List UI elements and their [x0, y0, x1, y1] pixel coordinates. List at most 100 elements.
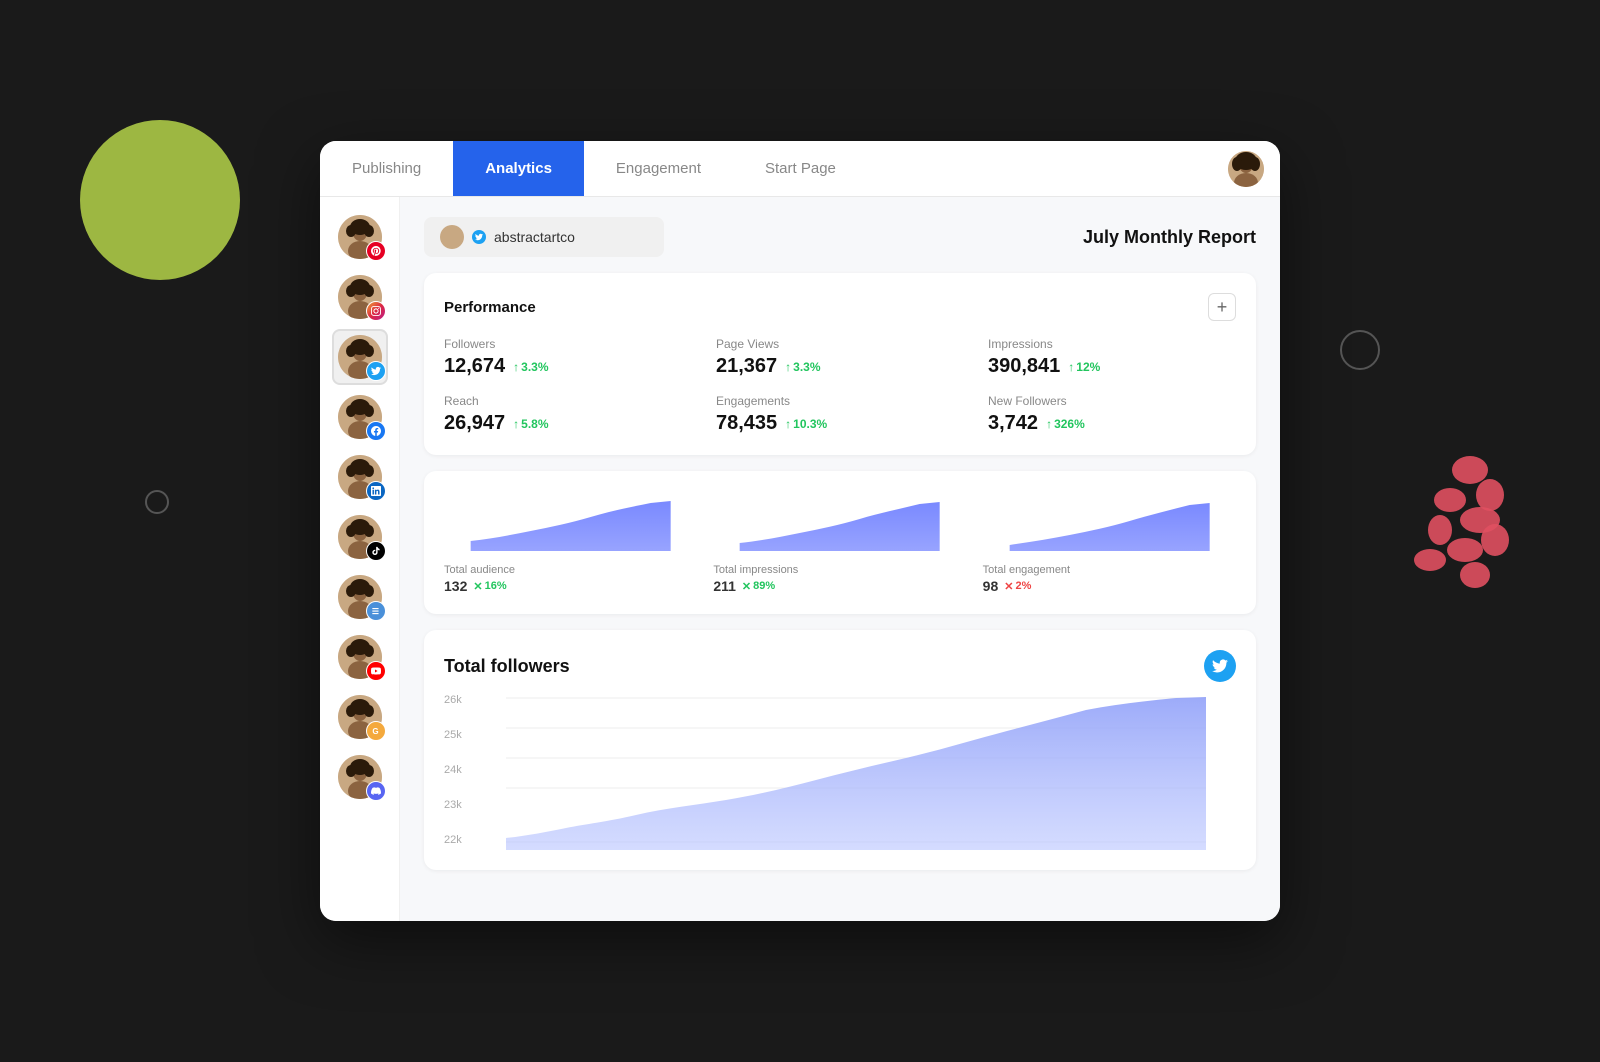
metric-impressions-value: 390,841: [988, 355, 1060, 378]
avatar-wrap-buffer: ☰: [338, 575, 382, 619]
followers-title: Total followers: [444, 656, 570, 677]
metric-followers-label: Followers: [444, 337, 692, 351]
avatar-wrap-tiktok: [338, 515, 382, 559]
metric-followers: Followers 12,674 ↑3.3%: [444, 337, 692, 378]
followers-twitter-badge: [1204, 650, 1236, 682]
metric-impressions-value-row: 390,841 ↑12%: [988, 355, 1236, 378]
performance-card-header: Performance +: [444, 293, 1236, 321]
sidebar-item-pinterest[interactable]: [332, 209, 388, 265]
badge-instagram: [366, 301, 386, 321]
app-window: Publishing Analytics Engagement Start Pa…: [320, 141, 1280, 921]
mini-chart-engagement-label: Total engagement: [983, 564, 1236, 576]
metrics-grid: Followers 12,674 ↑3.3% Page Views 21,367…: [444, 337, 1236, 435]
metric-newfollowers: New Followers 3,742 ↑326%: [988, 394, 1236, 435]
content-area: abstractartco July Monthly Report Perfor…: [400, 197, 1280, 921]
account-name: abstractartco: [494, 229, 575, 245]
badge-twitter: [366, 361, 386, 381]
bg-decoration-circle2: [145, 490, 169, 514]
y-label-23k: 23k: [444, 799, 468, 811]
metric-pageviews-value-row: 21,367 ↑3.3%: [716, 355, 964, 378]
sidebar-item-twitter[interactable]: [332, 329, 388, 385]
tab-engagement[interactable]: Engagement: [584, 141, 733, 196]
metric-engagements-value-row: 78,435 ↑10.3%: [716, 412, 964, 435]
sidebar-item-linkedin[interactable]: [332, 449, 388, 505]
sidebar-item-facebook[interactable]: [332, 389, 388, 445]
y-label-26k: 26k: [444, 694, 468, 706]
metric-reach-value-row: 26,947 ↑5.8%: [444, 412, 692, 435]
badge-youtube: [366, 661, 386, 681]
user-avatar[interactable]: [1212, 141, 1280, 196]
avatar-image: [1228, 151, 1264, 187]
metric-newfollowers-value-row: 3,742 ↑326%: [988, 412, 1236, 435]
mini-chart-engagement-value-row: 98 ✕2%: [983, 578, 1236, 594]
y-label-22k: 22k: [444, 834, 468, 846]
badge-pinterest: [366, 241, 386, 261]
metric-engagements-label: Engagements: [716, 394, 964, 408]
mini-chart-audience-label: Total audience: [444, 564, 697, 576]
metric-newfollowers-label: New Followers: [988, 394, 1236, 408]
mini-chart-impressions-value-row: 211 ✕89%: [713, 578, 966, 594]
mini-chart-audience-change: ✕16%: [473, 580, 506, 593]
metric-pageviews: Page Views 21,367 ↑3.3%: [716, 337, 964, 378]
account-selector[interactable]: abstractartco: [424, 217, 664, 257]
sidebar-item-youtube[interactable]: [332, 629, 388, 685]
mini-chart-impressions: Total impressions 211 ✕89%: [713, 491, 966, 594]
badge-buffer: ☰: [366, 601, 386, 621]
sidebar-item-buffer[interactable]: ☰: [332, 569, 388, 625]
metric-reach-value: 26,947: [444, 412, 505, 435]
report-title: July Monthly Report: [1083, 227, 1256, 248]
metric-followers-value-row: 12,674 ↑3.3%: [444, 355, 692, 378]
avatar-wrap-discord: [338, 755, 382, 799]
avatar-wrap-google: G: [338, 695, 382, 739]
metric-reach: Reach 26,947 ↑5.8%: [444, 394, 692, 435]
avatar-wrap-facebook: [338, 395, 382, 439]
followers-chart-area: [476, 690, 1236, 850]
badge-linkedin: [366, 481, 386, 501]
metric-pageviews-value: 21,367: [716, 355, 777, 378]
avatar-wrap-instagram: [338, 275, 382, 319]
tab-analytics[interactable]: Analytics: [453, 141, 584, 196]
metric-pageviews-label: Page Views: [716, 337, 964, 351]
followers-chart-svg: [476, 690, 1236, 850]
y-axis-labels: 26k 25k 24k 23k 22k: [444, 690, 476, 850]
bg-blobs: [1390, 420, 1520, 600]
avatar-wrap-youtube: [338, 635, 382, 679]
mini-chart-impressions-value: 211: [713, 578, 736, 594]
nav-spacer: [868, 141, 1212, 196]
mini-chart-engagement: Total engagement 98 ✕2%: [983, 491, 1236, 594]
sidebar-item-instagram[interactable]: [332, 269, 388, 325]
badge-google: G: [366, 721, 386, 741]
y-label-24k: 24k: [444, 764, 468, 776]
mini-chart-audience: Total audience 132 ✕16%: [444, 491, 697, 594]
tab-startpage[interactable]: Start Page: [733, 141, 868, 196]
mini-charts-grid: Total audience 132 ✕16%: [444, 491, 1236, 594]
sidebar: ☰: [320, 197, 400, 921]
performance-card: Performance + Followers 12,674 ↑3.3% Pag…: [424, 273, 1256, 455]
badge-tiktok: [366, 541, 386, 561]
badge-facebook: [366, 421, 386, 441]
top-nav: Publishing Analytics Engagement Start Pa…: [320, 141, 1280, 197]
sidebar-item-google[interactable]: G: [332, 689, 388, 745]
metric-followers-change: ↑3.3%: [513, 360, 548, 374]
avatar-wrap-pinterest: [338, 215, 382, 259]
mini-chart-impressions-svg: [713, 491, 966, 551]
metric-followers-value: 12,674: [444, 355, 505, 378]
avatar-wrap-twitter: [338, 335, 382, 379]
followers-card-header: Total followers: [444, 650, 1236, 682]
sidebar-item-tiktok[interactable]: [332, 509, 388, 565]
metric-impressions-change: ↑12%: [1068, 360, 1100, 374]
mini-chart-audience-value: 132: [444, 578, 467, 594]
mini-chart-engagement-svg: [983, 491, 1236, 551]
account-header: abstractartco July Monthly Report: [424, 217, 1256, 257]
account-twitter-badge: [472, 230, 486, 244]
followers-chart-container: 26k 25k 24k 23k 22k: [444, 690, 1236, 850]
badge-discord: [366, 781, 386, 801]
metric-impressions: Impressions 390,841 ↑12%: [988, 337, 1236, 378]
metric-engagements-change: ↑10.3%: [785, 417, 827, 431]
mini-chart-impressions-label: Total impressions: [713, 564, 966, 576]
sidebar-item-discord[interactable]: [332, 749, 388, 805]
tab-publishing[interactable]: Publishing: [320, 141, 453, 196]
mini-chart-engagement-value: 98: [983, 578, 999, 594]
performance-add-button[interactable]: +: [1208, 293, 1236, 321]
y-label-25k: 25k: [444, 729, 468, 741]
